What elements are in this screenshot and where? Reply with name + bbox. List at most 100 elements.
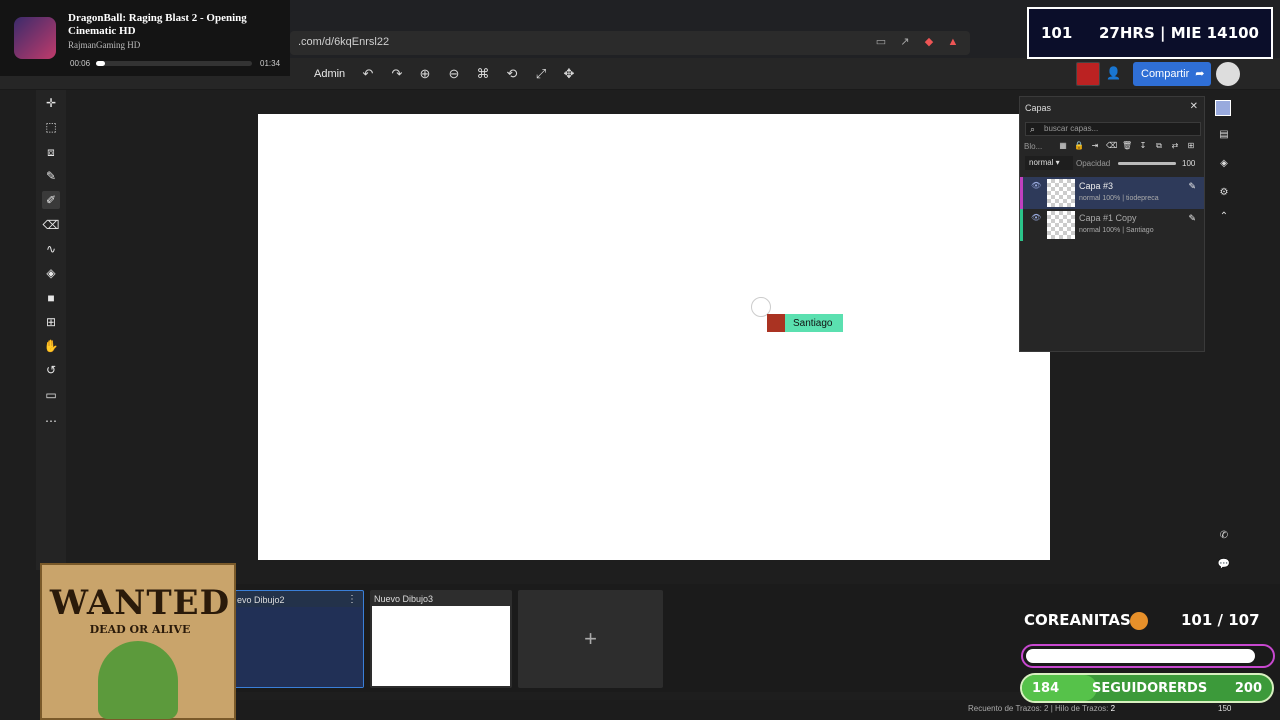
layers-panel: Capas ✕ ⌕ buscar capas... Blo... ▦ 🔒 ⇥ ⌫… [1019, 96, 1205, 352]
link-icon[interactable]: ⇄ [1170, 141, 1180, 151]
clock-center: 27HRS | MIE 14 [1099, 24, 1228, 42]
alpha-lock-icon[interactable]: ▦ [1058, 141, 1068, 151]
clear-icon[interactable]: ⌫ [1106, 141, 1117, 151]
progress-bar [96, 61, 252, 66]
edit-icon[interactable]: ✎ [1188, 213, 1196, 224]
settings-icon[interactable]: ⚙ [1215, 184, 1233, 202]
poster-title: WANTED [49, 583, 231, 623]
color-swatch[interactable] [1215, 100, 1231, 116]
followers-end: 200 [1234, 681, 1262, 696]
brave-shield-icon[interactable]: ◆ [922, 35, 936, 49]
share-button[interactable]: Compartir ➦ [1133, 62, 1211, 86]
rewards-icon[interactable]: ▲ [946, 35, 960, 49]
reset-view-icon[interactable]: ✥ [560, 65, 578, 83]
profile-icon[interactable] [1216, 62, 1240, 86]
add-drawing-button[interactable]: + [518, 590, 663, 688]
smudge-icon[interactable]: ∿ [42, 240, 60, 258]
wanted-poster: WANTED DEAD OR ALIVE [40, 563, 236, 720]
chat-icon[interactable]: 💬 [1215, 556, 1233, 574]
lock-icon[interactable]: 🔒 [1074, 141, 1084, 151]
shape-icon[interactable]: ■ [42, 289, 60, 307]
drawing-title: Nuevo Dibujo3 [374, 594, 434, 604]
left-toolbar: ✛ ⬚ ⧈ ✎ ✐ ⌫ ∿ ◈ ■ ⊞ ✋ ↺ ▭ ⋯ [36, 90, 66, 570]
add-icon[interactable]: ⊞ [42, 313, 60, 331]
search-icon: ⌕ [1030, 124, 1036, 134]
brush-icon[interactable]: ✐ [42, 191, 60, 209]
track-artist: RajmanGaming HD [68, 40, 141, 50]
layers-title: Capas [1025, 103, 1052, 113]
select-icon[interactable]: ⬚ [42, 118, 60, 136]
share-page-icon[interactable]: ↗ [898, 35, 912, 49]
layers-icon[interactable]: ◈ [1215, 155, 1233, 173]
hand-icon[interactable]: ✋ [42, 337, 60, 355]
url-text: .com/d/6kqEnrsl22 [298, 36, 390, 48]
layer-meta: normal 100% | tiodepreca [1079, 195, 1159, 202]
opacity-value: 100 [1182, 159, 1196, 168]
opacity-slider-fill [1118, 162, 1176, 165]
zoom-out-icon[interactable]: ⊖ [445, 65, 463, 83]
eyedropper-icon[interactable]: ✎ [42, 167, 60, 185]
kebab-icon[interactable]: ⋮ [347, 594, 357, 605]
fullscreen-icon[interactable]: ⤢ [532, 65, 550, 83]
close-icon[interactable]: ✕ [1190, 101, 1198, 112]
move-down-icon[interactable]: ↧ [1138, 141, 1148, 151]
layer-row[interactable]: 👁 Capa #3 normal 100% | tiodepreca ✎ [1020, 177, 1204, 209]
redo-icon[interactable]: ↷ [388, 65, 406, 83]
eraser-icon[interactable]: ⌫ [42, 216, 60, 234]
layer-name: Capa #1 Copy [1079, 213, 1137, 223]
progress-fill [96, 61, 106, 66]
layer-thumbnail [1047, 211, 1075, 239]
merge-icon[interactable]: ⇥ [1090, 141, 1100, 151]
remote-user-tag: Santiago [767, 314, 843, 332]
eye-icon[interactable]: 👁 [1031, 181, 1041, 190]
poster-character [98, 641, 178, 719]
goal-progress-fill [1026, 649, 1256, 663]
layer-name: Capa #3 [1079, 181, 1114, 191]
transform-icon[interactable]: ⧈ [42, 143, 60, 161]
move-icon[interactable]: ✛ [42, 94, 60, 112]
status-bar [230, 700, 1280, 720]
duplicate-icon[interactable]: ⧉ [1154, 141, 1164, 151]
drawing-canvas[interactable] [258, 114, 1050, 560]
url-icons: ▭ ↗ ◆ ▲ [874, 35, 960, 49]
edit-icon[interactable]: ✎ [1188, 181, 1196, 192]
clock-right: 100 [1227, 24, 1259, 42]
url-bar[interactable]: .com/d/6kqEnrsl22 ▭ ↗ ◆ ▲ [290, 31, 970, 55]
blend-mode-value: normal [1029, 158, 1054, 167]
fill-icon[interactable]: ◈ [42, 264, 60, 282]
bear-icon [1130, 612, 1148, 630]
layer-row[interactable]: 👁 Capa #1 Copy normal 100% | Santiago ✎ [1020, 209, 1204, 241]
history-icon[interactable]: ↺ [42, 361, 60, 379]
layer-actions: ▦ 🔒 ⇥ ⌫ 🗑 ↧ ⧉ ⇄ ⊞ [1058, 141, 1196, 151]
layer-search-placeholder: buscar capas... [1044, 124, 1099, 133]
share-arrow-icon: ➦ [1195, 68, 1205, 80]
drawing-card[interactable]: evo Dibujo2 ⋮ [222, 590, 364, 688]
more-icon[interactable]: ⋯ [42, 412, 60, 430]
add-layer-icon[interactable]: ⊞ [1186, 141, 1196, 151]
status-text: Recuento de Trazos: 2 | Hilo de Trazos: … [968, 704, 1115, 713]
album-art [14, 17, 56, 59]
phone-icon[interactable]: ✆ [1215, 527, 1233, 545]
zoom-in-icon[interactable]: ⊕ [416, 65, 434, 83]
status-count: 150 [1218, 704, 1232, 713]
cast-icon[interactable]: ▭ [874, 35, 888, 49]
avatar[interactable] [1076, 62, 1100, 86]
rotate-icon[interactable]: ⟲ [503, 65, 521, 83]
panel-icon[interactable]: ▤ [1215, 126, 1233, 144]
layer-thumbnail [1047, 179, 1075, 207]
drawing-card[interactable]: Nuevo Dibujo3 [370, 590, 512, 688]
goal-count: 101 / 107 [1181, 611, 1260, 629]
eye-icon[interactable]: 👁 [1031, 213, 1041, 222]
add-user-icon[interactable]: 👤 [1106, 66, 1124, 82]
followers-label: SEGUIDORERDS [1092, 681, 1208, 696]
track-title: DragonBall: Raging Blast 2 - Opening Cin… [68, 12, 247, 37]
admin-label[interactable]: Admin [314, 68, 345, 80]
opacity-slider[interactable] [1118, 162, 1176, 165]
delete-icon[interactable]: 🗑 [1122, 141, 1132, 151]
undo-icon[interactable]: ↶ [359, 65, 377, 83]
layer-search-input[interactable]: ⌕ buscar capas... [1025, 122, 1201, 136]
fit-icon[interactable]: ⌘ [474, 65, 492, 83]
comment-icon[interactable]: ▭ [42, 386, 60, 404]
chevron-up-icon[interactable]: ⌃ [1215, 208, 1233, 226]
blend-mode-select[interactable]: normal ▾ [1025, 156, 1073, 170]
